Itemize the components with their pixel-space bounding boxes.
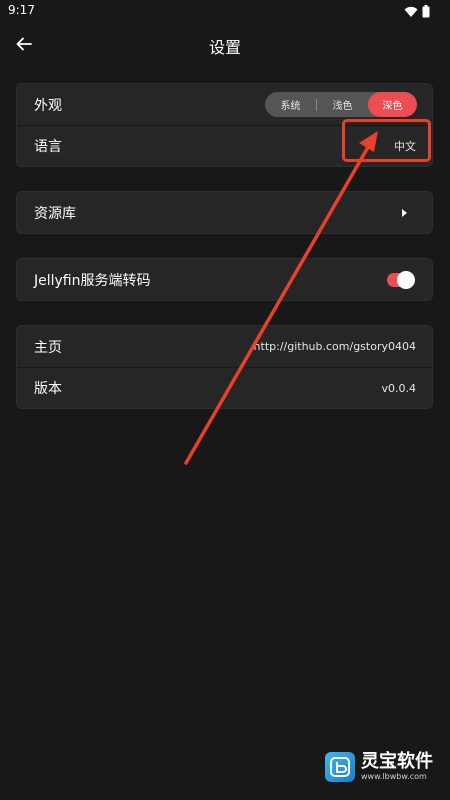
theme-option-light[interactable]: 浅色 [317,92,368,117]
homepage-value[interactable]: http://github.com/gstory0404 [254,340,416,353]
watermark: 灵宝软件 www.lbwbw.com [325,752,433,782]
watermark-name: 灵宝软件 [361,751,433,772]
page-title: 设置 [208,38,241,57]
app-header: 设置 [0,22,450,68]
language-label: 语言 [34,139,62,155]
transcode-label: Jellyfin服务端转码 [34,272,151,289]
theme-segmented-control: 系统 浅色 深色 [265,92,417,117]
about-card: 主页 http://github.com/gstory0404 版本 v0.0.… [16,325,433,409]
library-card: 资源库 [16,191,433,234]
version-label: 版本 [34,381,62,397]
watermark-url: www.lbwbw.com [361,772,427,781]
library-row[interactable]: 资源库 [17,192,432,233]
transcode-row: Jellyfin服务端转码 [17,259,432,300]
status-bar: 9:17 [0,0,450,22]
transcode-toggle[interactable] [387,270,415,289]
watermark-logo-icon [325,752,355,782]
battery-icon [422,3,430,22]
transcode-card: Jellyfin服务端转码 [16,258,433,301]
theme-option-system[interactable]: 系统 [265,92,316,117]
theme-option-dark[interactable]: 深色 [368,92,417,117]
version-row: 版本 v0.0.4 [17,367,432,408]
annotation-highlight-box [342,119,431,162]
appearance-label: 外观 [34,97,62,114]
watermark-text: 灵宝软件 www.lbwbw.com [361,753,433,781]
homepage-row[interactable]: 主页 http://github.com/gstory0404 [17,326,432,367]
version-value: v0.0.4 [381,381,417,395]
status-icons [404,3,430,22]
library-label: 资源库 [34,205,76,222]
status-time: 9:17 [8,3,35,17]
chevron-right-icon [402,208,407,217]
settings-page: 9:17 设置 外观 系统 浅色 深色 语言 中文 资源库 Jellyfin服务… [0,0,450,800]
homepage-label: 主页 [34,339,62,356]
wifi-icon [404,3,418,22]
toggle-knob [397,270,415,289]
